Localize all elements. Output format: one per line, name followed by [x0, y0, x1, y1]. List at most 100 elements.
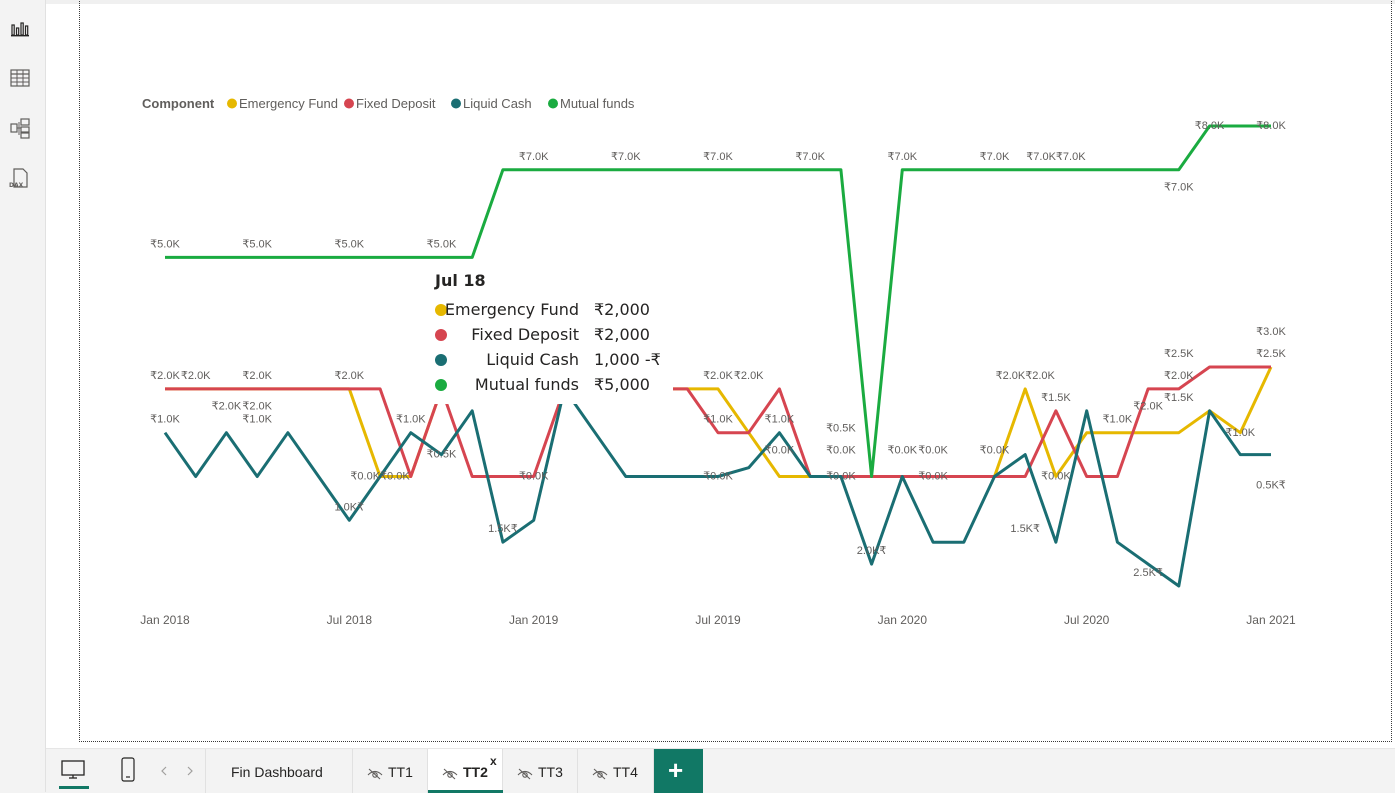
tooltip-series-value: ₹5,000: [594, 375, 650, 394]
tooltip-series-name: Mutual funds: [474, 375, 579, 394]
chart-series-lines: [163, 124, 1273, 588]
tooltip-row: Fixed Deposit ₹2,000: [421, 323, 673, 345]
report-canvas: Component Emergency Fund Fixed Deposit Liqu…: [46, 0, 1395, 748]
chevron-left-icon: [161, 766, 167, 776]
data-label: ₹1.0K: [150, 414, 180, 426]
data-label: ₹0.0K: [980, 444, 1010, 456]
data-view-icon[interactable]: [9, 67, 31, 89]
close-tab-button[interactable]: x: [490, 754, 497, 768]
tooltip-series-value: 1,000 -₹: [594, 350, 661, 369]
scroll-tabs-left-button[interactable]: [152, 749, 176, 793]
legend-item[interactable]: Fixed Deposit: [356, 96, 436, 111]
legend-marker: [548, 98, 558, 109]
tab-fin-dashboard[interactable]: Fin Dashboard: [207, 749, 353, 793]
model-view-icon[interactable]: [9, 117, 31, 139]
mobile-phone-icon: [121, 757, 135, 782]
data-label: ₹2.0K: [703, 370, 733, 382]
data-label: 0.5K₹: [1256, 479, 1286, 491]
data-label: ₹8.0K: [1195, 120, 1225, 132]
legend-marker: [451, 98, 461, 109]
tab-tt3[interactable]: TT3: [503, 749, 578, 793]
tooltip-series-name: Emergency Fund: [444, 300, 579, 319]
desktop-icon: [61, 760, 85, 779]
chart-data-labels: ₹5.0K ₹5.0K ₹5.0K ₹5.0K₹7.0K ₹7.0K ₹7.0K ₹7.0K…: [150, 120, 1286, 579]
tab-label: TT1: [388, 764, 413, 780]
chart-x-axis: Jan 2018 Jul 2018 Jan 2019 Jul 2019 Jan 2020…: [140, 613, 1296, 627]
data-label: ₹7.0K: [703, 151, 733, 163]
tooltip-title: Jul 18: [435, 271, 486, 290]
data-label: ₹2.0K: [212, 401, 242, 413]
plus-icon: +: [668, 755, 684, 785]
data-label: ₹1.0K: [242, 414, 272, 426]
data-label: ₹2.5K: [1256, 348, 1286, 360]
tab-tt4[interactable]: TT4: [578, 749, 654, 793]
data-label: ₹2.0K: [734, 370, 764, 382]
data-label: ₹1.0K: [1225, 427, 1255, 439]
x-tick-label: Jul 2018: [327, 613, 373, 627]
data-label: 1.5K₹: [488, 523, 518, 535]
tab-tt1[interactable]: TT1: [353, 749, 428, 793]
report-view-icon[interactable]: [9, 17, 31, 39]
data-label: ₹1.5K: [1041, 392, 1071, 404]
data-label: ₹2.0K: [335, 370, 365, 382]
data-label: ₹0.0K: [918, 471, 948, 483]
x-tick-label: Jan 2021: [1246, 613, 1296, 627]
tooltip-dot-liquid-cash: [435, 354, 447, 366]
data-label: ₹2.0K: [1164, 370, 1194, 382]
chevron-right-icon: [187, 766, 193, 776]
dax-label: DAX: [9, 182, 24, 189]
data-label: ₹1.0K: [1103, 414, 1133, 426]
page-tab-bar: Fin Dashboard TT1 TT2 x TT3 TT4 +: [46, 748, 1395, 793]
add-page-button[interactable]: +: [654, 749, 703, 793]
data-label: 1.0K₹: [335, 501, 365, 513]
legend-item[interactable]: Mutual funds: [560, 96, 635, 111]
tooltip-series-name: Liquid Cash: [486, 350, 579, 369]
legend-marker: [344, 98, 354, 109]
data-label: ₹3.0K: [1256, 326, 1286, 338]
data-label: ₹7.0K: [519, 151, 549, 163]
mobile-layout-button[interactable]: [102, 749, 152, 793]
desktop-layout-button[interactable]: [46, 749, 102, 793]
tooltip-series-value: ₹2,000: [594, 325, 650, 344]
data-label: ₹0.5K: [427, 449, 457, 461]
tooltip-series-value: ₹2,000: [594, 300, 650, 319]
data-label: 1.5K₹: [1010, 523, 1040, 535]
data-label: ₹7.0K: [888, 151, 918, 163]
hidden-page-icon: [442, 768, 458, 780]
x-tick-label: Jan 2019: [509, 613, 559, 627]
x-tick-label: Jul 2019: [695, 613, 741, 627]
hidden-page-icon: [592, 768, 608, 780]
data-label: ₹2.0K: [181, 370, 211, 382]
chart-legend: Component Emergency Fund Fixed Deposit Liqu…: [142, 96, 635, 111]
legend-item[interactable]: Emergency Fund: [239, 96, 338, 111]
left-view-rail: DAX: [0, 0, 46, 792]
data-label: ₹1.5K: [1164, 392, 1194, 404]
tooltip-dot-fixed-deposit: [435, 329, 447, 341]
data-label: ₹7.0K: [611, 151, 641, 163]
hidden-page-icon: [367, 768, 383, 780]
data-label: ₹2.0K: [242, 401, 272, 413]
tooltip-row: Liquid Cash 1,000 -₹: [421, 348, 673, 370]
data-label: ₹1.0K: [396, 414, 426, 426]
data-label: ₹0.0K: [765, 444, 795, 456]
tab-label: TT4: [613, 764, 638, 780]
data-label: ₹0.0K: [888, 444, 918, 456]
tab-label: TT2: [463, 764, 488, 780]
tab-tt2[interactable]: TT2 x: [428, 749, 503, 793]
legend-item[interactable]: Liquid Cash: [463, 96, 532, 111]
data-label: ₹7.0K₹7.0K: [1026, 151, 1086, 163]
dax-query-view-icon[interactable]: DAX: [9, 167, 31, 189]
tab-label: TT3: [538, 764, 563, 780]
data-label: 2.5K₹: [1133, 567, 1163, 579]
data-label: ₹2.0K₹2.0K: [996, 370, 1056, 382]
scroll-tabs-right-button[interactable]: [176, 749, 206, 793]
data-label: ₹0.0K: [703, 471, 733, 483]
line-chart[interactable]: Component Emergency Fund Fixed Deposit Liqu…: [46, 0, 1395, 748]
data-label: ₹2.0K: [150, 370, 180, 382]
desktop-active-indicator: [59, 786, 89, 789]
x-tick-label: Jul 2020: [1064, 613, 1110, 627]
data-label: 2.0K₹: [857, 545, 887, 557]
data-label: ₹0.0K: [519, 471, 549, 483]
legend-title: Component: [142, 96, 215, 111]
data-label: ₹5.0K: [242, 238, 272, 250]
